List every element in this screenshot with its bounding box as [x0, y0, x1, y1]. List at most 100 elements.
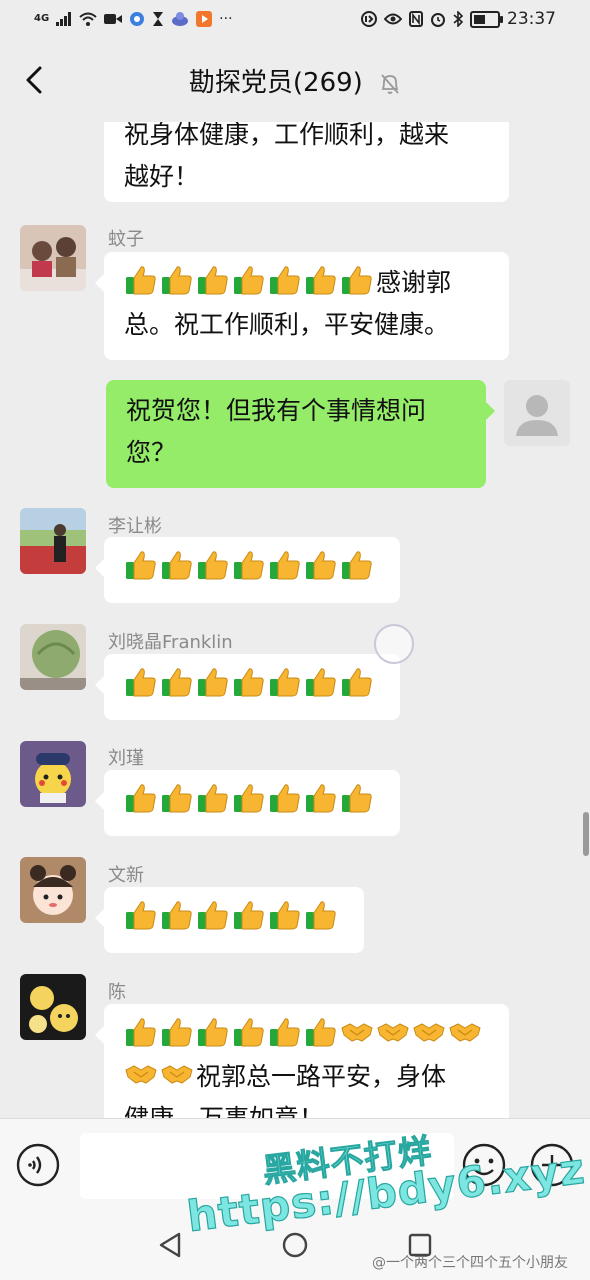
network-type-label: 4G — [34, 13, 50, 24]
avatar[interactable] — [20, 857, 86, 923]
thumbs-up-icon — [198, 901, 228, 930]
status-time: 23:37 — [507, 9, 556, 29]
thumbs-up-icon — [162, 551, 192, 580]
nav-home-button[interactable] — [280, 1230, 310, 1260]
browser-app-icon — [130, 12, 145, 26]
chat-title-wrap: 勘探党员(269) — [0, 62, 590, 99]
handshake-icon — [377, 1023, 409, 1042]
emoji-row — [124, 668, 376, 699]
sender-name: 陈 — [108, 982, 126, 1003]
message-text-line: 祝郭总一路平安，身体 — [124, 1056, 489, 1098]
message-bubble[interactable] — [95, 887, 364, 953]
avatar[interactable] — [20, 508, 86, 574]
avatar-pikachu — [20, 741, 86, 807]
message-bubble[interactable] — [95, 537, 400, 603]
emoji-row — [124, 901, 340, 932]
thumbs-up-icon — [234, 1018, 264, 1047]
hd-call-icon — [361, 11, 377, 27]
message-bubble[interactable] — [95, 770, 400, 836]
eye-icon — [384, 13, 402, 25]
emoji-row — [124, 1018, 340, 1049]
message-text-line — [124, 664, 380, 706]
thumbs-up-icon — [234, 784, 264, 813]
nfc-icon — [409, 11, 423, 27]
thumbs-up-icon — [198, 551, 228, 580]
message-text-line — [124, 897, 344, 939]
own-avatar[interactable] — [504, 380, 570, 446]
message-bubble[interactable]: 祝身体健康，工作顺利，越来 越好！ — [104, 122, 509, 202]
scrollbar-thumb[interactable] — [583, 812, 589, 856]
thumbs-up-icon — [198, 784, 228, 813]
thumbs-up-icon — [126, 266, 156, 295]
message-bubble[interactable]: 祝郭总一路平安，身体 健康，万事如意！ — [95, 1004, 509, 1118]
sender-name: 刘晓晶Franklin — [108, 632, 233, 653]
thumbs-up-icon — [306, 1018, 336, 1047]
thumbs-up-icon — [126, 901, 156, 930]
own-message-bubble[interactable]: 祝贺您！但我有个事情想问 您？ — [106, 380, 495, 488]
avatar-photo — [20, 624, 86, 690]
message-text-line — [124, 547, 380, 589]
thumbs-up-icon — [306, 266, 336, 295]
video-icon — [104, 14, 123, 24]
video-app-icon — [196, 11, 213, 27]
thumbs-up-icon — [342, 551, 372, 580]
thumbs-up-icon — [306, 901, 336, 930]
thumbs-up-icon — [126, 1018, 156, 1047]
thumbs-up-icon — [270, 784, 300, 813]
emoji-row — [124, 784, 376, 815]
voice-input-button[interactable] — [16, 1143, 60, 1187]
avatar-cartoon — [20, 974, 86, 1040]
sender-name: 蚊子 — [108, 229, 144, 250]
thumbs-up-icon — [234, 901, 264, 930]
chat-message-list[interactable]: 祝身体健康，工作顺利，越来 越好！ 蚊子 感谢郭 总。祝工作顺利，平安健康。 祝… — [0, 122, 590, 1118]
message-bubble[interactable] — [95, 654, 400, 720]
thumbs-up-icon — [162, 784, 192, 813]
thumbs-up-icon — [270, 668, 300, 697]
wifi-icon — [79, 12, 97, 26]
emoji-row — [124, 1062, 196, 1091]
hourglass-icon — [153, 12, 164, 26]
handshake-icon — [125, 1065, 157, 1084]
avatar[interactable] — [20, 225, 86, 291]
message-text-line: 祝贺您！但我有个事情想问 — [126, 396, 427, 425]
alarm-icon — [431, 13, 445, 27]
nav-back-button[interactable] — [155, 1230, 185, 1260]
thumbs-up-icon — [342, 266, 372, 295]
avatar[interactable] — [20, 974, 86, 1040]
status-left: 4G ··· — [34, 9, 233, 29]
thumbs-up-icon — [342, 668, 372, 697]
default-avatar-icon — [504, 380, 570, 446]
handshake-icon — [413, 1023, 445, 1042]
sender-name: 刘瑾 — [108, 748, 144, 769]
triangle-back-icon — [159, 1232, 181, 1258]
sender-name: 文新 — [108, 865, 144, 886]
thumbs-up-icon — [270, 266, 300, 295]
chat-header: 勘探党员(269) — [0, 48, 590, 114]
thumbs-up-icon — [198, 1018, 228, 1047]
emoji-row — [124, 266, 376, 297]
thumbs-up-icon — [162, 1018, 192, 1047]
thumbs-up-icon — [270, 901, 300, 930]
message-text: 祝郭总一路平安，身体 — [196, 1062, 447, 1091]
thumbs-up-icon — [162, 901, 192, 930]
message-text-line: 祝身体健康，工作顺利，越来 — [124, 122, 450, 149]
thumbs-up-icon — [306, 784, 336, 813]
handshake-icon — [161, 1065, 193, 1084]
status-bar: 4G ··· 23:37 — [0, 0, 590, 40]
avatar[interactable] — [20, 741, 86, 807]
avatar-cartoon — [20, 857, 86, 923]
emoji-row — [124, 551, 376, 582]
handshake-icon — [341, 1023, 373, 1042]
thumbs-up-icon — [234, 668, 264, 697]
thumbs-up-icon — [126, 784, 156, 813]
message-bubble[interactable]: 感谢郭 总。祝工作顺利，平安健康。 — [95, 252, 509, 360]
sender-name: 李让彬 — [108, 516, 162, 537]
game-app-icon — [172, 12, 189, 26]
avatar-photo — [20, 508, 86, 574]
status-right: 23:37 — [361, 9, 556, 29]
touch-indicator — [374, 624, 414, 664]
avatar[interactable] — [20, 624, 86, 690]
watermark-credit: @一个两个三个四个五个小朋友 — [372, 1255, 568, 1271]
avatar-photo — [20, 225, 86, 291]
chat-title: 勘探党员(269) — [188, 68, 363, 98]
